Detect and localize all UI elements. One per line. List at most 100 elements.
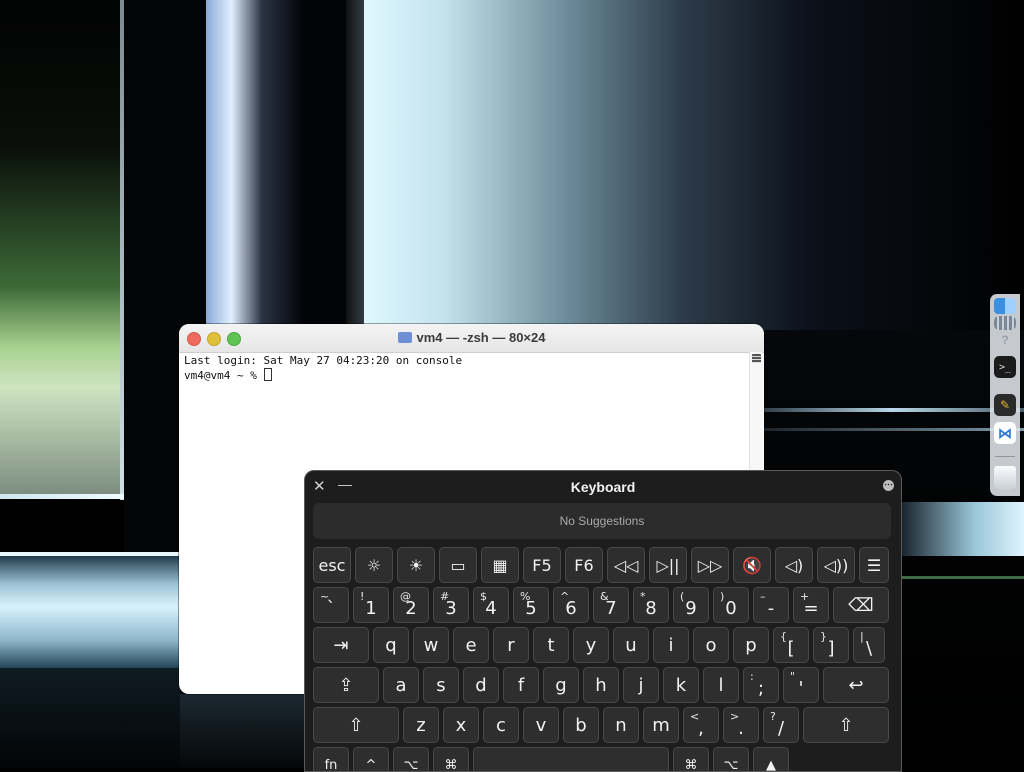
wallpaper-column xyxy=(206,0,346,330)
keyboard-titlebar[interactable]: ✕ — Keyboard ⋯ xyxy=(305,471,901,501)
fast-forward-icon[interactable]: ▷▷ xyxy=(691,547,729,583)
key-c[interactable]: c xyxy=(483,707,519,743)
wallpaper-left-panel xyxy=(0,0,120,496)
key-2[interactable]: @2 xyxy=(393,587,429,623)
key-m[interactable]: m xyxy=(643,707,679,743)
key-\[interactable]: |\ xyxy=(853,627,885,663)
key-i[interactable]: i xyxy=(653,627,689,663)
terminal-line: Last login: Sat May 27 04:23:20 on conso… xyxy=(184,354,746,368)
mute-icon[interactable]: 🔇 xyxy=(733,547,771,583)
brightness-up-icon[interactable]: ☀ xyxy=(397,547,435,583)
key-.[interactable]: >. xyxy=(723,707,759,743)
key-label: ↩ xyxy=(848,675,863,696)
key-][interactable]: }] xyxy=(813,627,849,663)
more-options-icon[interactable]: ⋯ xyxy=(883,480,894,491)
terminal-prompt[interactable]: vm4@vm4 ~ % xyxy=(184,368,746,383)
option-key[interactable]: ⌥ xyxy=(393,747,429,772)
key-s[interactable]: s xyxy=(423,667,459,703)
key-4[interactable]: $4 xyxy=(473,587,509,623)
control-key[interactable]: ^ xyxy=(353,747,389,772)
key-'[interactable]: "' xyxy=(783,667,819,703)
key-v[interactable]: v xyxy=(523,707,559,743)
key-5[interactable]: %5 xyxy=(513,587,549,623)
key-label: i xyxy=(668,635,673,656)
brightness-down-icon[interactable]: ☼ xyxy=(355,547,393,583)
key-,[interactable]: <, xyxy=(683,707,719,743)
option-key[interactable]: ⌥ xyxy=(713,747,749,772)
fn-key[interactable]: fn xyxy=(313,747,349,772)
key-x[interactable]: x xyxy=(443,707,479,743)
terminal-titlebar[interactable]: vm4 — -zsh — 80×24 xyxy=(179,324,764,353)
vscode-icon[interactable]: ⋈ xyxy=(994,422,1016,444)
shift-key[interactable]: ⇧ xyxy=(803,707,889,743)
command-key[interactable]: ⌘ xyxy=(433,747,469,772)
key-1[interactable]: !1 xyxy=(353,587,389,623)
mission-control-icon[interactable]: ▭ xyxy=(439,547,477,583)
key-n[interactable]: n xyxy=(603,707,639,743)
help-icon[interactable]: ? xyxy=(994,332,1016,348)
key-0[interactable]: )0 xyxy=(713,587,749,623)
key-[[interactable]: {[ xyxy=(773,627,809,663)
terminal-icon[interactable]: >_ xyxy=(994,356,1016,378)
key--[interactable]: –- xyxy=(753,587,789,623)
key-j[interactable]: j xyxy=(623,667,659,703)
key-o[interactable]: o xyxy=(693,627,729,663)
key-p[interactable]: p xyxy=(733,627,769,663)
key-f[interactable]: f xyxy=(503,667,539,703)
key-q[interactable]: q xyxy=(373,627,409,663)
volume-up-icon[interactable]: ◁)) xyxy=(817,547,855,583)
launchpad-icon[interactable] xyxy=(994,316,1016,330)
key-g[interactable]: g xyxy=(543,667,579,703)
menu-icon[interactable]: ☰ xyxy=(859,547,889,583)
key-9[interactable]: (9 xyxy=(673,587,709,623)
key-h[interactable]: h xyxy=(583,667,619,703)
key-label: ⇪ xyxy=(338,675,353,696)
trash-icon[interactable] xyxy=(994,466,1016,490)
shift-key[interactable]: ⇧ xyxy=(313,707,399,743)
key-d[interactable]: d xyxy=(463,667,499,703)
launchpad-key-icon[interactable]: ▦ xyxy=(481,547,519,583)
key-y[interactable]: y xyxy=(573,627,609,663)
key-b[interactable]: b xyxy=(563,707,599,743)
caps-lock-key[interactable]: ⇪ xyxy=(313,667,379,703)
command-key[interactable]: ⌘ xyxy=(673,747,709,772)
key-6[interactable]: ^6 xyxy=(553,587,589,623)
key-`[interactable]: ~` xyxy=(313,587,349,623)
key-e[interactable]: e xyxy=(453,627,489,663)
key-/[interactable]: ?/ xyxy=(763,707,799,743)
key-t[interactable]: t xyxy=(533,627,569,663)
esc-key[interactable]: esc xyxy=(313,547,351,583)
key-label: ☀ xyxy=(409,556,423,575)
space-key[interactable] xyxy=(473,747,669,772)
key-label: c xyxy=(496,715,506,736)
key-label: ' xyxy=(799,678,804,699)
key-z[interactable]: z xyxy=(403,707,439,743)
key-r[interactable]: r xyxy=(493,627,529,663)
key-8[interactable]: *8 xyxy=(633,587,669,623)
tab-key[interactable]: ⇥ xyxy=(313,627,369,663)
delete-key[interactable]: ⌫ xyxy=(833,587,889,623)
split-view-icon[interactable] xyxy=(752,354,761,363)
key-label: 7 xyxy=(605,598,616,619)
key-3[interactable]: #3 xyxy=(433,587,469,623)
key-=[interactable]: += xyxy=(793,587,829,623)
script-editor-icon[interactable]: ✎ xyxy=(994,394,1016,416)
key-k[interactable]: k xyxy=(663,667,699,703)
rewind-icon[interactable]: ◁◁ xyxy=(607,547,645,583)
f5-key[interactable]: F5 xyxy=(523,547,561,583)
volume-down-icon[interactable]: ◁) xyxy=(775,547,813,583)
return-key[interactable]: ↩ xyxy=(823,667,889,703)
finder-icon[interactable] xyxy=(994,298,1016,314)
key-7[interactable]: &7 xyxy=(593,587,629,623)
keyboard-viewer-window[interactable]: ✕ — Keyboard ⋯ No Suggestions esc☼☀▭▦F5F… xyxy=(304,470,902,772)
key-;[interactable]: :; xyxy=(743,667,779,703)
key-u[interactable]: u xyxy=(613,627,649,663)
key-l[interactable]: l xyxy=(703,667,739,703)
f6-key[interactable]: F6 xyxy=(565,547,603,583)
arrow-up-icon[interactable]: ▲ xyxy=(753,747,789,772)
terminal-output[interactable]: Last login: Sat May 27 04:23:20 on conso… xyxy=(184,354,746,382)
key-w[interactable]: w xyxy=(413,627,449,663)
key-label: x xyxy=(456,715,467,736)
play-pause-icon[interactable]: ▷|| xyxy=(649,547,687,583)
key-a[interactable]: a xyxy=(383,667,419,703)
